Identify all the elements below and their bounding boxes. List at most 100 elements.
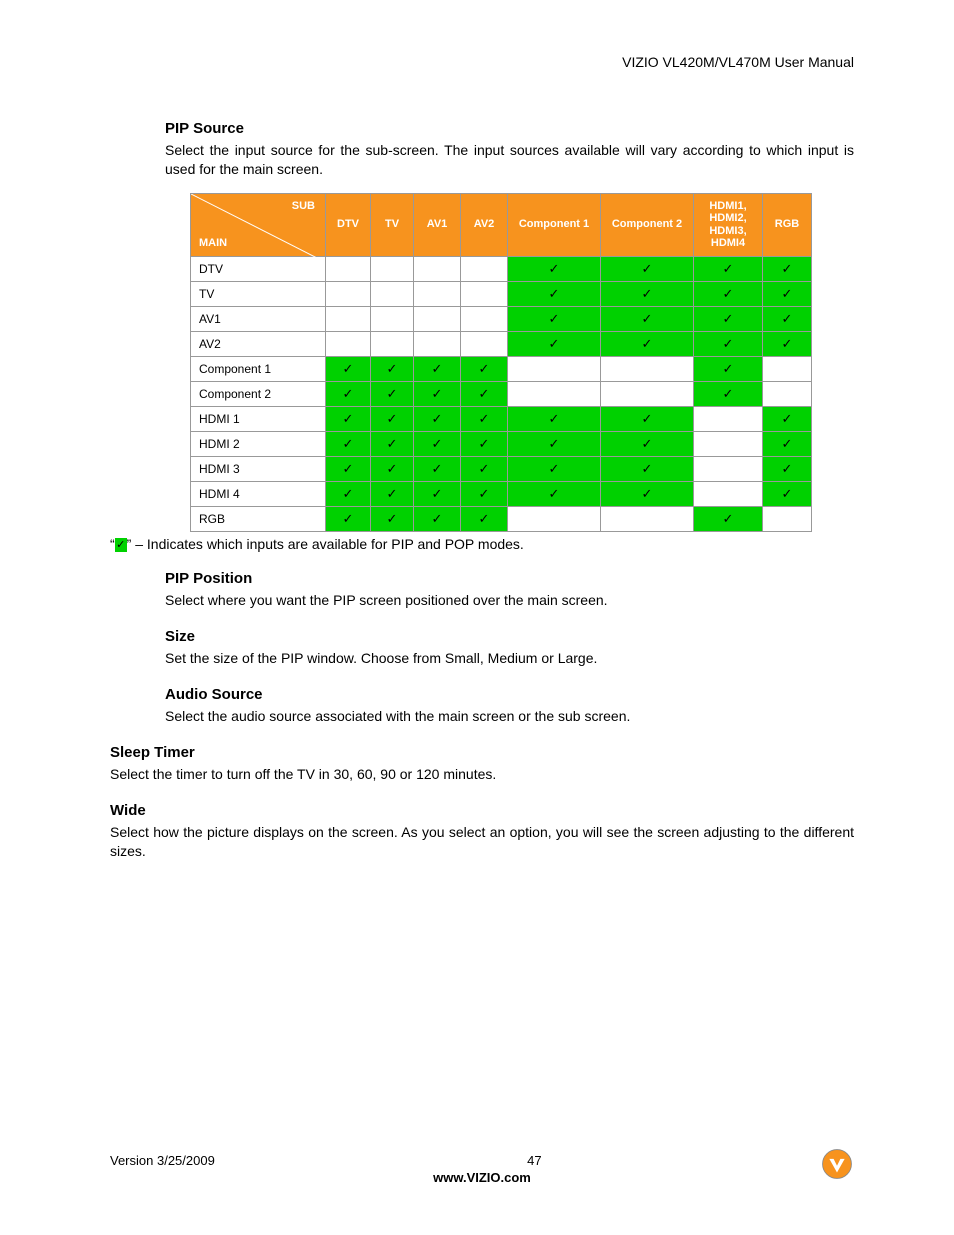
table-cell: ✓ — [371, 356, 414, 381]
table-row: HDMI 1✓✓✓✓✓✓✓ — [191, 406, 812, 431]
table-row: RGB✓✓✓✓✓ — [191, 506, 812, 531]
table-cell — [601, 506, 694, 531]
heading-size: Size — [165, 628, 854, 645]
table-cell: ✓ — [461, 481, 508, 506]
table-cell: ✓ — [461, 381, 508, 406]
col-header: AV2 — [461, 193, 508, 256]
table-cell — [414, 306, 461, 331]
table-cell — [461, 331, 508, 356]
table-cell: ✓ — [414, 356, 461, 381]
heading-audio-source: Audio Source — [165, 686, 854, 703]
table-cell: ✓ — [694, 331, 763, 356]
table-cell: ✓ — [694, 256, 763, 281]
heading-pip-position: PIP Position — [165, 570, 854, 587]
row-label: HDMI 4 — [191, 481, 326, 506]
heading-sleep-timer: Sleep Timer — [110, 744, 854, 761]
row-label: Component 1 — [191, 356, 326, 381]
check-icon: ✓ — [115, 538, 127, 552]
text-sleep-timer: Select the timer to turn off the TV in 3… — [110, 765, 854, 784]
table-cell: ✓ — [763, 306, 812, 331]
table-row: AV1✓✓✓✓ — [191, 306, 812, 331]
table-cell — [371, 331, 414, 356]
table-cell: ✓ — [508, 256, 601, 281]
table-cell: ✓ — [508, 456, 601, 481]
table-cell — [763, 506, 812, 531]
table-cell: ✓ — [763, 481, 812, 506]
table-cell — [461, 281, 508, 306]
pip-compatibility-table: SUBMAINDTVTVAV1AV2Component 1Component 2… — [190, 193, 812, 532]
table-cell — [326, 281, 371, 306]
table-cell — [508, 381, 601, 406]
row-label: AV2 — [191, 331, 326, 356]
doc-title: VIZIO VL420M/VL470M User Manual — [110, 54, 854, 70]
table-cell: ✓ — [371, 431, 414, 456]
text-size: Set the size of the PIP window. Choose f… — [165, 649, 854, 668]
table-cell — [508, 506, 601, 531]
table-cell: ✓ — [326, 456, 371, 481]
table-cell: ✓ — [414, 431, 461, 456]
row-label: Component 2 — [191, 381, 326, 406]
table-cell — [414, 256, 461, 281]
table-cell: ✓ — [601, 406, 694, 431]
table-cell: ✓ — [601, 481, 694, 506]
table-cell — [461, 306, 508, 331]
corner-sub-label: SUB — [292, 200, 315, 213]
table-cell: ✓ — [694, 356, 763, 381]
table-cell: ✓ — [326, 431, 371, 456]
table-cell: ✓ — [326, 356, 371, 381]
heading-wide: Wide — [110, 802, 854, 819]
table-cell: ✓ — [508, 281, 601, 306]
table-cell: ✓ — [371, 381, 414, 406]
table-cell — [763, 356, 812, 381]
table-cell: ✓ — [601, 331, 694, 356]
table-cell: ✓ — [414, 506, 461, 531]
table-cell: ✓ — [326, 381, 371, 406]
table-cell: ✓ — [601, 306, 694, 331]
table-row: HDMI 3✓✓✓✓✓✓✓ — [191, 456, 812, 481]
table-row: Component 2✓✓✓✓✓ — [191, 381, 812, 406]
footer-url: www.VIZIO.com — [110, 1170, 854, 1185]
table-cell: ✓ — [763, 456, 812, 481]
table-row: AV2✓✓✓✓ — [191, 331, 812, 356]
text-pip-position: Select where you want the PIP screen pos… — [165, 591, 854, 610]
table-row: HDMI 4✓✓✓✓✓✓✓ — [191, 481, 812, 506]
table-cell — [601, 356, 694, 381]
table-cell: ✓ — [508, 306, 601, 331]
heading-pip-source: PIP Source — [165, 120, 854, 137]
col-header: RGB — [763, 193, 812, 256]
table-cell: ✓ — [414, 481, 461, 506]
table-cell: ✓ — [694, 506, 763, 531]
table-row: DTV✓✓✓✓ — [191, 256, 812, 281]
table-cell — [414, 331, 461, 356]
table-cell: ✓ — [371, 456, 414, 481]
table-row: TV✓✓✓✓ — [191, 281, 812, 306]
row-label: HDMI 1 — [191, 406, 326, 431]
table-cell — [371, 306, 414, 331]
table-cell: ✓ — [763, 256, 812, 281]
text-audio-source: Select the audio source associated with … — [165, 707, 854, 726]
footer-page-number: 47 — [110, 1153, 854, 1168]
table-cell: ✓ — [508, 331, 601, 356]
table-cell: ✓ — [763, 331, 812, 356]
table-cell — [461, 256, 508, 281]
table-cell: ✓ — [326, 506, 371, 531]
col-header: AV1 — [414, 193, 461, 256]
table-corner-cell: SUBMAIN — [191, 193, 326, 256]
table-cell: ✓ — [763, 281, 812, 306]
row-label: DTV — [191, 256, 326, 281]
table-row: Component 1✓✓✓✓✓ — [191, 356, 812, 381]
table-cell: ✓ — [601, 281, 694, 306]
footer-version: Version 3/25/2009 — [110, 1153, 215, 1168]
table-cell — [694, 456, 763, 481]
table-cell: ✓ — [694, 306, 763, 331]
table-cell — [601, 381, 694, 406]
table-cell: ✓ — [694, 281, 763, 306]
col-header: Component 1 — [508, 193, 601, 256]
table-row: HDMI 2✓✓✓✓✓✓✓ — [191, 431, 812, 456]
table-cell: ✓ — [601, 256, 694, 281]
row-label: AV1 — [191, 306, 326, 331]
table-cell: ✓ — [461, 356, 508, 381]
text-wide: Select how the picture displays on the s… — [110, 823, 854, 861]
table-cell: ✓ — [371, 481, 414, 506]
table-cell — [414, 281, 461, 306]
